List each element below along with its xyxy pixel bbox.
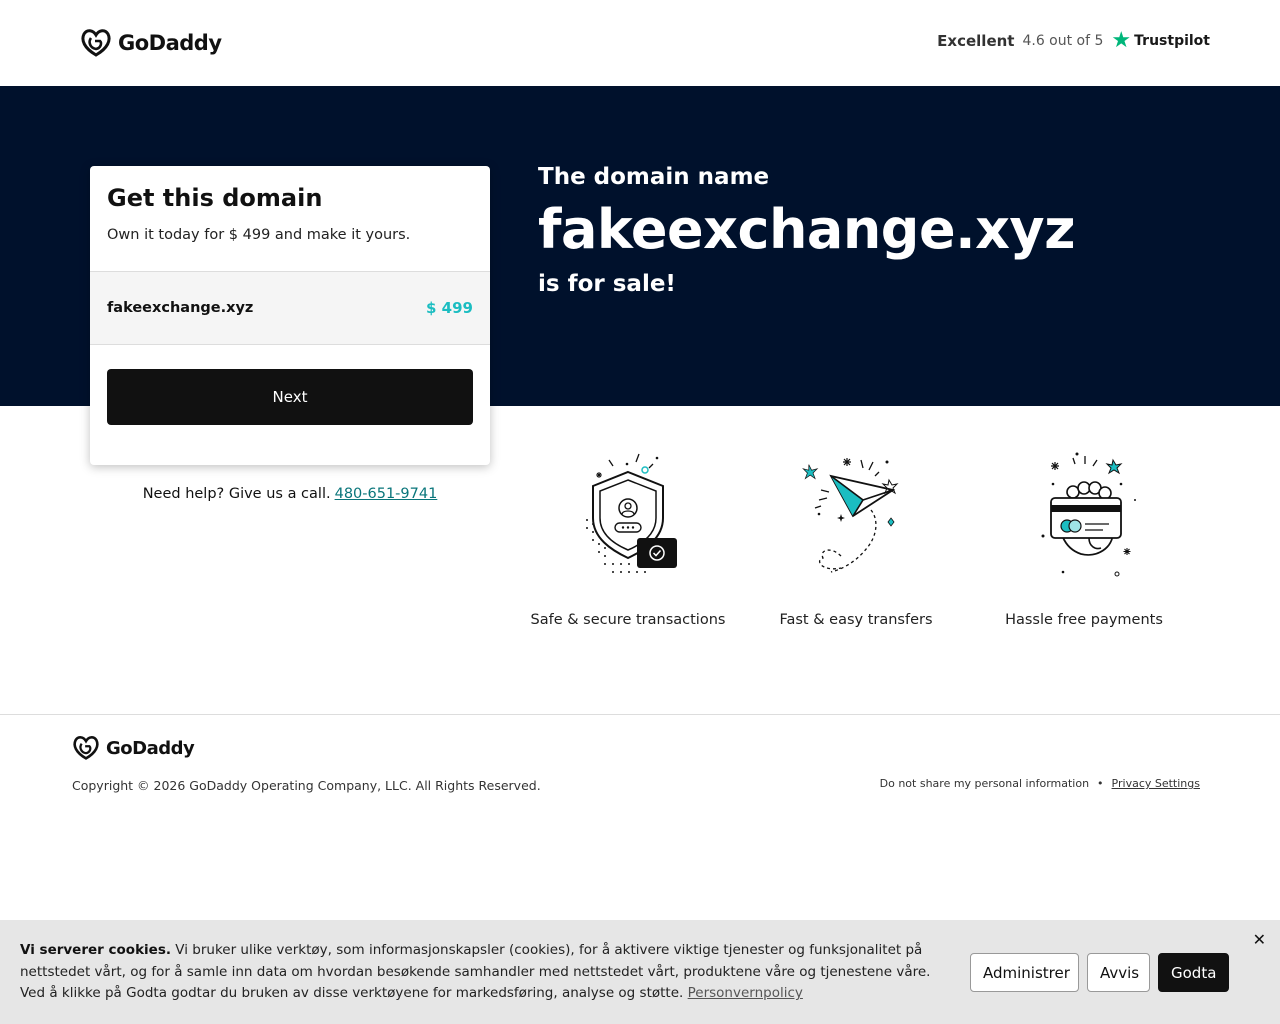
privacy-policy-link[interactable]: Personvernpolicy: [688, 985, 803, 1001]
card-title: Get this domain: [107, 184, 323, 212]
manage-cookies-button[interactable]: Administrer: [970, 953, 1079, 992]
rating-word: Excellent: [937, 32, 1015, 50]
card-subtitle: Own it today for $ 499 and make it yours…: [107, 227, 411, 243]
cookie-heading: Vi serverer cookies.: [20, 942, 171, 958]
rating-score: 4.6 out of 5: [1022, 33, 1104, 49]
footer-godaddy-logo[interactable]: GoDaddy: [72, 735, 195, 761]
godaddy-logo-icon: [81, 29, 111, 57]
hero-post-text: is for sale!: [538, 271, 676, 297]
cookie-text: Vi serverer cookies. Vi bruker ulike ver…: [20, 940, 955, 1005]
feature-payments: Hassle free payments: [974, 450, 1194, 628]
trustpilot-rating[interactable]: Excellent 4.6 out of 5 ★ Trustpilot: [937, 30, 1210, 52]
purchase-card: Get this domain Own it today for $ 499 a…: [90, 166, 490, 465]
help-text: Need help? Give us a call.: [142, 486, 331, 502]
card-domain-name: fakeexchange.xyz: [107, 300, 254, 316]
star-icon: ★: [1111, 28, 1132, 53]
hero-domain-name: fakeexchange.xyz: [538, 198, 1076, 261]
footer-links: Do not share my personal information • P…: [880, 777, 1200, 790]
paper-plane-icon: [802, 458, 899, 573]
copyright-text: Copyright © 2026 GoDaddy Operating Compa…: [72, 778, 541, 793]
logo-wordmark: GoDaddy: [118, 31, 222, 55]
feature-secure: Safe & secure transactions: [518, 450, 738, 628]
domain-price-row: fakeexchange.xyz $ 499: [90, 271, 490, 345]
trustpilot-label: Trustpilot: [1134, 33, 1210, 49]
feature-transfers: Fast & easy transfers: [746, 450, 966, 628]
site-header: GoDaddy Excellent 4.6 out of 5 ★ Trustpi…: [0, 0, 1280, 86]
privacy-settings-link[interactable]: Privacy Settings: [1112, 777, 1200, 790]
accept-cookies-button[interactable]: Godta: [1158, 953, 1229, 992]
hero-pre-text: The domain name: [538, 164, 770, 190]
cookie-banner: Vi serverer cookies. Vi bruker ulike ver…: [0, 920, 1280, 1024]
card-hand-icon: [1041, 452, 1136, 577]
separator-dot: •: [1097, 777, 1104, 790]
godaddy-logo[interactable]: GoDaddy: [80, 28, 222, 58]
logo-wordmark: GoDaddy: [106, 737, 195, 759]
next-button[interactable]: Next: [107, 369, 473, 425]
reject-cookies-button[interactable]: Avvis: [1087, 953, 1150, 992]
godaddy-logo-icon: [73, 736, 99, 760]
help-line: Need help? Give us a call. 480-651-9741: [90, 486, 490, 502]
phone-link[interactable]: 480-651-9741: [335, 486, 438, 502]
feature-label: Fast & easy transfers: [779, 612, 933, 628]
feature-label: Safe & secure transactions: [530, 612, 726, 628]
trustpilot-brand: ★ Trustpilot: [1111, 30, 1210, 52]
do-not-share-link[interactable]: Do not share my personal information: [880, 777, 1089, 790]
hero-text: The domain name fakeexchange.xyz is for …: [538, 164, 1076, 297]
site-footer: GoDaddy Copyright © 2026 GoDaddy Operati…: [0, 714, 1280, 920]
feature-label: Hassle free payments: [1005, 612, 1163, 628]
card-price: $ 499: [426, 299, 473, 317]
close-icon[interactable]: ✕: [1253, 930, 1266, 949]
shield-icon: [586, 453, 677, 573]
